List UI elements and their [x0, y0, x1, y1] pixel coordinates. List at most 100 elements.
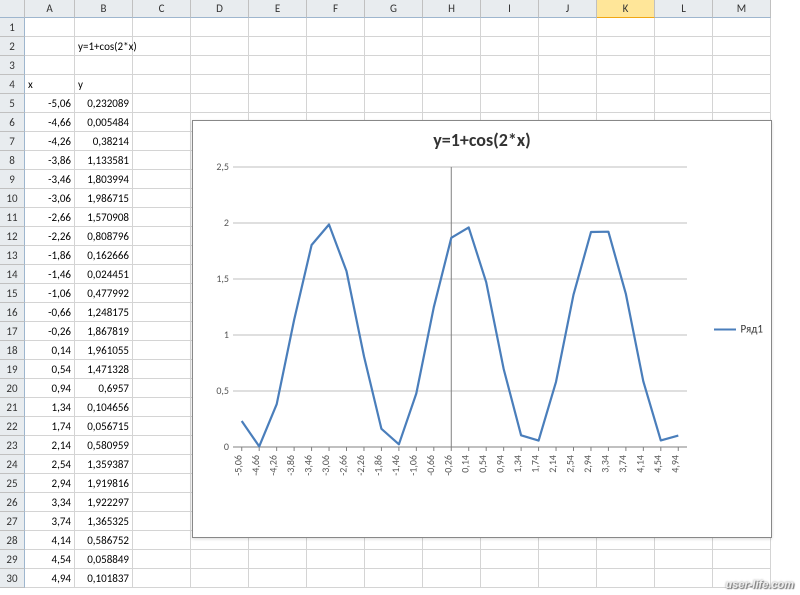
- cell-I4[interactable]: [481, 75, 539, 94]
- cell-I29[interactable]: [481, 550, 539, 569]
- cell-C5[interactable]: [133, 94, 191, 113]
- cell-A25[interactable]: 2,94: [25, 474, 75, 493]
- cell-B17[interactable]: 1,867819: [75, 322, 133, 341]
- cell-E29[interactable]: [249, 550, 307, 569]
- row-header-15[interactable]: 15: [0, 284, 25, 303]
- row-header-8[interactable]: 8: [0, 151, 25, 170]
- cell-I30[interactable]: [481, 569, 539, 588]
- cell-B8[interactable]: 1,133581: [75, 151, 133, 170]
- cell-B14[interactable]: 0,024451: [75, 265, 133, 284]
- cell-E5[interactable]: [249, 94, 307, 113]
- row-header-24[interactable]: 24: [0, 455, 25, 474]
- row-header-21[interactable]: 21: [0, 398, 25, 417]
- cell-B23[interactable]: 0,580959: [75, 436, 133, 455]
- cell-B3[interactable]: [75, 56, 133, 75]
- cell-C22[interactable]: [133, 417, 191, 436]
- cell-A30[interactable]: 4,94: [25, 569, 75, 588]
- row-header-6[interactable]: 6: [0, 113, 25, 132]
- cell-M29[interactable]: [713, 550, 771, 569]
- cell-C1[interactable]: [133, 18, 191, 37]
- cell-B19[interactable]: 1,471328: [75, 360, 133, 379]
- cell-M3[interactable]: [713, 56, 771, 75]
- cell-B20[interactable]: 0,6957: [75, 379, 133, 398]
- cell-G29[interactable]: [365, 550, 423, 569]
- cell-A6[interactable]: -4,66: [25, 113, 75, 132]
- cell-C17[interactable]: [133, 322, 191, 341]
- column-header-G[interactable]: G: [365, 0, 423, 18]
- cell-C20[interactable]: [133, 379, 191, 398]
- cell-J5[interactable]: [539, 94, 597, 113]
- chart-legend[interactable]: Ряд1: [714, 323, 763, 336]
- cell-B4[interactable]: y: [75, 75, 133, 94]
- cell-C2[interactable]: [133, 37, 191, 56]
- cell-C4[interactable]: [133, 75, 191, 94]
- row-header-3[interactable]: 3: [0, 56, 25, 75]
- cell-C8[interactable]: [133, 151, 191, 170]
- cell-H30[interactable]: [423, 569, 481, 588]
- cell-C9[interactable]: [133, 170, 191, 189]
- cell-A5[interactable]: -5,06: [25, 94, 75, 113]
- cell-F1[interactable]: [307, 18, 365, 37]
- cell-B25[interactable]: 1,919816: [75, 474, 133, 493]
- cell-A14[interactable]: -1,46: [25, 265, 75, 284]
- cell-C28[interactable]: [133, 531, 191, 550]
- cell-A2[interactable]: [25, 37, 75, 56]
- cell-F4[interactable]: [307, 75, 365, 94]
- cell-J3[interactable]: [539, 56, 597, 75]
- cell-G3[interactable]: [365, 56, 423, 75]
- cell-A19[interactable]: 0,54: [25, 360, 75, 379]
- row-header-9[interactable]: 9: [0, 170, 25, 189]
- cell-A11[interactable]: -2,66: [25, 208, 75, 227]
- cell-L4[interactable]: [655, 75, 713, 94]
- cell-B12[interactable]: 0,808796: [75, 227, 133, 246]
- cell-A28[interactable]: 4,14: [25, 531, 75, 550]
- cell-B27[interactable]: 1,365325: [75, 512, 133, 531]
- cell-C30[interactable]: [133, 569, 191, 588]
- column-header-C[interactable]: C: [133, 0, 191, 18]
- cell-G4[interactable]: [365, 75, 423, 94]
- cell-A21[interactable]: 1,34: [25, 398, 75, 417]
- cell-C3[interactable]: [133, 56, 191, 75]
- column-header-E[interactable]: E: [249, 0, 307, 18]
- row-header-12[interactable]: 12: [0, 227, 25, 246]
- cell-D3[interactable]: [191, 56, 249, 75]
- cell-A4[interactable]: x: [25, 75, 75, 94]
- select-all-corner[interactable]: [0, 0, 25, 18]
- cell-A23[interactable]: 2,14: [25, 436, 75, 455]
- cell-H29[interactable]: [423, 550, 481, 569]
- cell-B29[interactable]: 0,058849: [75, 550, 133, 569]
- row-header-2[interactable]: 2: [0, 37, 25, 56]
- cell-A13[interactable]: -1,86: [25, 246, 75, 265]
- cell-C10[interactable]: [133, 189, 191, 208]
- row-header-22[interactable]: 22: [0, 417, 25, 436]
- cell-H4[interactable]: [423, 75, 481, 94]
- column-header-A[interactable]: A: [25, 0, 75, 18]
- column-header-K[interactable]: K: [597, 0, 655, 18]
- column-header-F[interactable]: F: [307, 0, 365, 18]
- cell-J2[interactable]: [539, 37, 597, 56]
- row-header-26[interactable]: 26: [0, 493, 25, 512]
- cell-E30[interactable]: [249, 569, 307, 588]
- cell-A26[interactable]: 3,34: [25, 493, 75, 512]
- row-header-13[interactable]: 13: [0, 246, 25, 265]
- cell-M2[interactable]: [713, 37, 771, 56]
- column-header-H[interactable]: H: [423, 0, 481, 18]
- cell-C7[interactable]: [133, 132, 191, 151]
- cell-B1[interactable]: [75, 18, 133, 37]
- row-header-27[interactable]: 27: [0, 512, 25, 531]
- cell-B11[interactable]: 1,570908: [75, 208, 133, 227]
- cell-E1[interactable]: [249, 18, 307, 37]
- cell-C14[interactable]: [133, 265, 191, 284]
- cell-H1[interactable]: [423, 18, 481, 37]
- cell-A10[interactable]: -3,06: [25, 189, 75, 208]
- cell-J1[interactable]: [539, 18, 597, 37]
- cell-K5[interactable]: [597, 94, 655, 113]
- cell-F5[interactable]: [307, 94, 365, 113]
- cell-A9[interactable]: -3,46: [25, 170, 75, 189]
- cell-B22[interactable]: 0,056715: [75, 417, 133, 436]
- cell-E4[interactable]: [249, 75, 307, 94]
- cell-B13[interactable]: 0,162666: [75, 246, 133, 265]
- cell-C12[interactable]: [133, 227, 191, 246]
- cell-H5[interactable]: [423, 94, 481, 113]
- cell-A22[interactable]: 1,74: [25, 417, 75, 436]
